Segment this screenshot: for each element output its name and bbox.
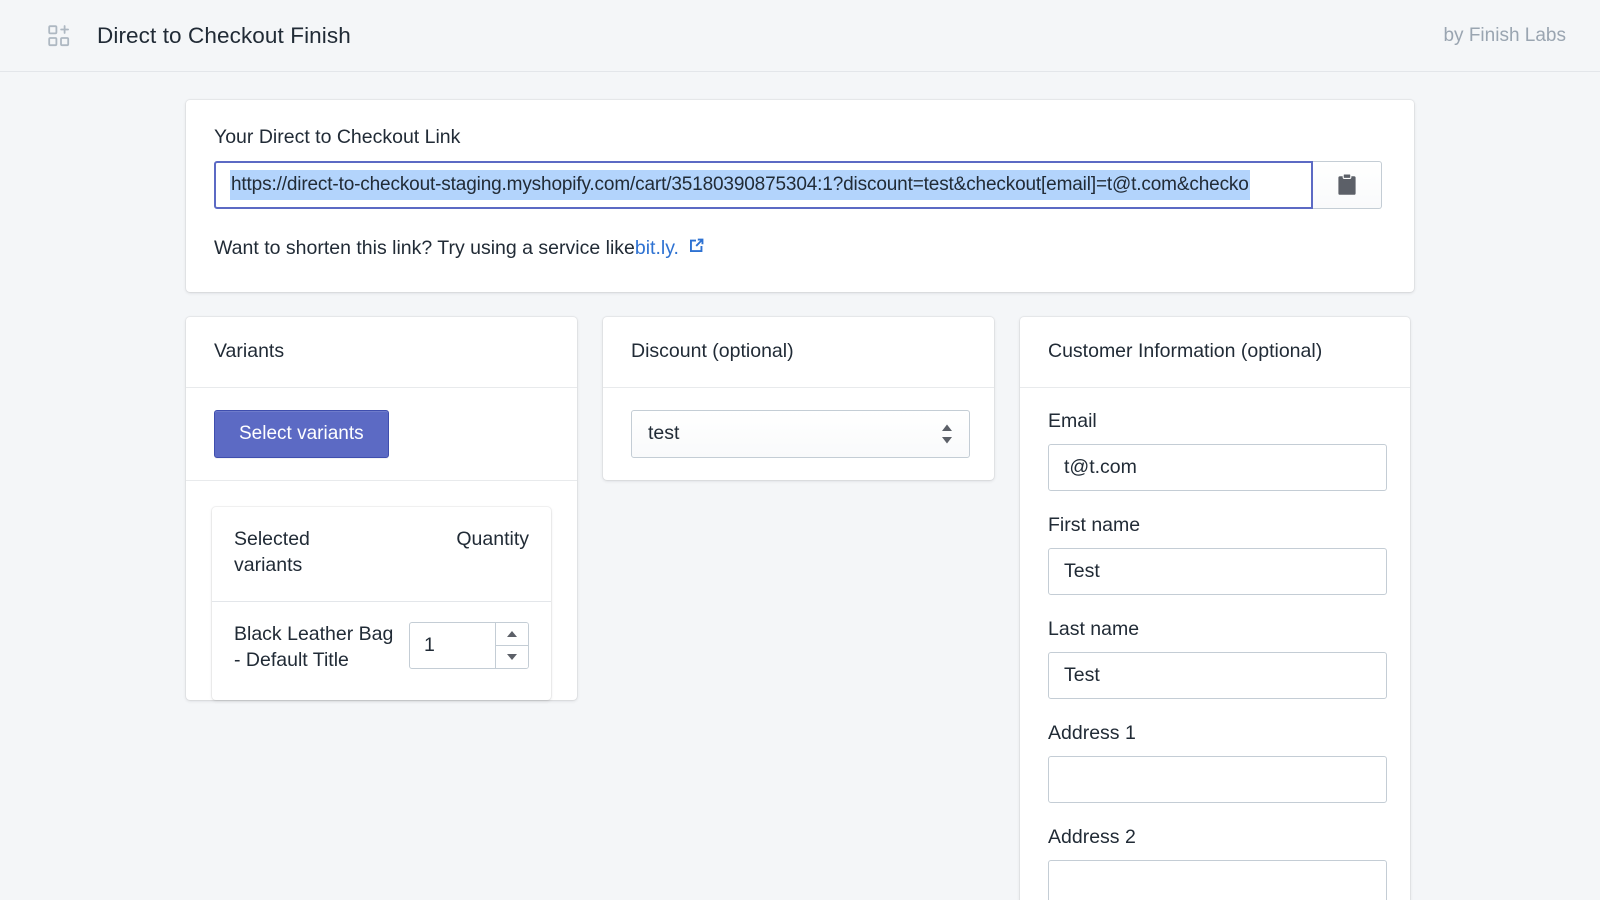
first-name-field[interactable] [1048,547,1387,595]
copy-link-button[interactable] [1312,161,1382,209]
field-email: Email [1048,409,1387,491]
last-name-field[interactable] [1048,651,1387,699]
discount-column: Discount (optional) test [603,317,994,480]
bitly-link[interactable]: bit.ly. [635,235,679,262]
customer-form-section: Email First name Last name Addre [1020,388,1410,900]
customer-information-card: Customer Information (optional) Email Fi… [1020,317,1410,900]
content-wrapper: Your Direct to Checkout Link https://dir… [186,100,1414,900]
customer-heading: Customer Information (optional) [1048,340,1323,363]
field-last-name: Last name [1048,617,1387,699]
address-2-field[interactable] [1048,859,1387,900]
cards-row: Variants Select variants Selected varian… [186,317,1414,900]
variants-card: Variants Select variants Selected varian… [186,317,577,701]
app-header-left: Direct to Checkout Finish [48,23,1443,49]
quantity-increment-button[interactable] [496,623,528,646]
variant-name: Black Leather Bag - Default Title [234,623,394,672]
discount-select[interactable]: test [631,409,970,458]
variants-column: Variants Select variants Selected varian… [186,317,577,728]
column-header-selected-variants: Selected variants [234,528,310,577]
shorten-link-text: Want to shorten this link? Try using a s… [214,237,635,259]
checkout-link-label: Your Direct to Checkout Link [214,126,461,148]
page-title: Direct to Checkout Finish [97,22,351,48]
label-address-2: Address 2 [1048,825,1136,848]
external-link-icon [688,235,705,262]
label-first-name: First name [1048,513,1141,536]
shorten-link-helper: Want to shorten this link? Try using a s… [214,235,1386,262]
quantity-stepper[interactable]: 1 [409,622,529,670]
address-1-field[interactable] [1048,755,1387,803]
quantity-value[interactable]: 1 [410,623,495,668]
field-address-1: Address 1 [1048,721,1387,803]
discount-card-header: Discount (optional) [603,317,994,386]
checkout-link-value: https://direct-to-checkout-staging.mysho… [230,170,1250,200]
checkout-link-input[interactable]: https://direct-to-checkout-staging.mysho… [214,161,1313,209]
clipboard-icon [1336,173,1358,197]
label-email: Email [1048,409,1097,432]
customer-column: Customer Information (optional) Email Fi… [1020,317,1410,900]
caret-down-icon [507,654,517,661]
selected-variants-table-card: Selected variants Quantity Black Leather… [212,507,551,701]
discount-select-section: test [603,388,994,480]
column-header-quantity: Quantity [456,528,529,551]
checkout-link-row: https://direct-to-checkout-staging.mysho… [214,161,1382,209]
field-first-name: First name [1048,513,1387,595]
chevron-updown-icon [941,424,953,444]
app-grid-plus-icon [48,24,70,47]
quantity-decrement-button[interactable] [496,645,528,669]
checkout-link-card: Your Direct to Checkout Link https://dir… [186,100,1414,293]
field-address-2: Address 2 [1048,825,1387,900]
app-author-label: by Finish Labs [1443,24,1566,46]
page-body: Your Direct to Checkout Link https://dir… [0,72,1600,900]
variants-divider-2 [186,480,577,482]
quantity-arrows [495,623,528,669]
table-row: Black Leather Bag - Default Title 1 [212,602,551,700]
select-variants-button[interactable]: Select variants [214,409,389,459]
discount-heading: Discount (optional) [631,340,794,363]
app-header-bar: Direct to Checkout Finish by Finish Labs [0,0,1600,72]
customer-card-header: Customer Information (optional) [1020,317,1410,386]
label-address-1: Address 1 [1048,721,1136,744]
discount-select-value: test [648,422,680,445]
label-last-name: Last name [1048,617,1140,640]
caret-up-icon [507,631,517,638]
variants-heading: Variants [214,340,285,363]
discount-card: Discount (optional) test [603,317,994,480]
selected-variants-table-header: Selected variants Quantity [212,507,551,603]
email-field[interactable] [1048,443,1387,491]
variants-card-header: Variants [186,317,577,386]
variants-action-section: Select variants [186,388,577,481]
